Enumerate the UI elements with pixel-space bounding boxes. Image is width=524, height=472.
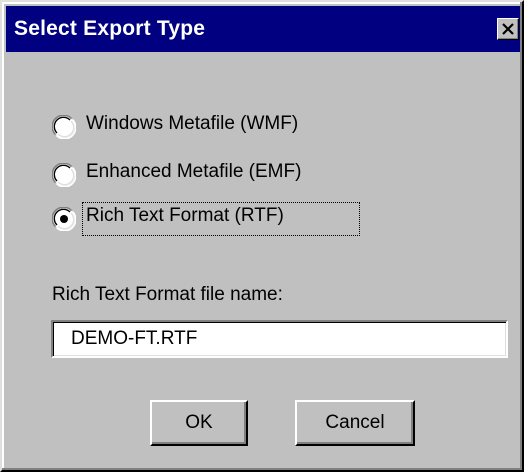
radio-button-icon[interactable] <box>52 163 76 187</box>
radio-option-emf[interactable]: Enhanced Metafile (EMF) <box>52 158 372 192</box>
radio-label-emf: Enhanced Metafile (EMF) <box>86 161 302 182</box>
cancel-button[interactable]: Cancel <box>295 400 415 446</box>
radio-option-rtf[interactable]: Rich Text Format (RTF) <box>52 202 372 236</box>
dialog-title: Select Export Type <box>14 17 206 40</box>
export-dialog: Select Export Type Windows Metafile (WMF… <box>0 0 524 472</box>
radio-selected-icon[interactable] <box>52 207 76 231</box>
ok-button[interactable]: OK <box>150 400 248 446</box>
radio-label-wmf: Windows Metafile (WMF) <box>86 113 299 134</box>
radio-button-icon[interactable] <box>52 115 76 139</box>
radio-label-rtf: Rich Text Format (RTF) <box>86 205 284 226</box>
radio-option-wmf[interactable]: Windows Metafile (WMF) <box>52 110 372 144</box>
close-icon <box>502 23 514 35</box>
close-button[interactable] <box>497 18 519 40</box>
filename-label: Rich Text Format file name: <box>52 284 283 305</box>
filename-input[interactable] <box>51 320 508 358</box>
title-bar[interactable]: Select Export Type <box>6 6 520 52</box>
